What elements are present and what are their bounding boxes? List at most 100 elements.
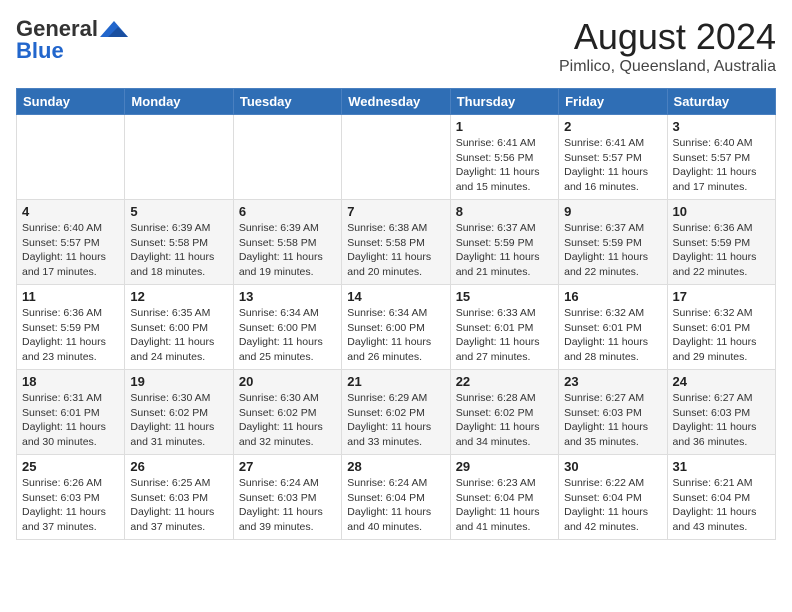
day-number: 13 bbox=[239, 289, 336, 304]
day-number: 19 bbox=[130, 374, 227, 389]
calendar-cell: 9 Sunrise: 6:37 AM Sunset: 5:59 PM Daylig… bbox=[559, 200, 667, 285]
day-info: Sunrise: 6:37 AM Sunset: 5:59 PM Dayligh… bbox=[564, 221, 661, 280]
day-info: Sunrise: 6:27 AM Sunset: 6:03 PM Dayligh… bbox=[564, 391, 661, 450]
day-number: 18 bbox=[22, 374, 119, 389]
calendar-row-1: 4 Sunrise: 6:40 AM Sunset: 5:57 PM Daylig… bbox=[17, 200, 776, 285]
day-info: Sunrise: 6:23 AM Sunset: 6:04 PM Dayligh… bbox=[456, 476, 553, 535]
page-header: General Blue August 2024 Pimlico, Queens… bbox=[16, 16, 776, 76]
day-number: 5 bbox=[130, 204, 227, 219]
header-tuesday: Tuesday bbox=[233, 89, 341, 115]
header-saturday: Saturday bbox=[667, 89, 775, 115]
day-info: Sunrise: 6:24 AM Sunset: 6:03 PM Dayligh… bbox=[239, 476, 336, 535]
day-number: 17 bbox=[673, 289, 770, 304]
day-info: Sunrise: 6:35 AM Sunset: 6:00 PM Dayligh… bbox=[130, 306, 227, 365]
calendar-cell: 23 Sunrise: 6:27 AM Sunset: 6:03 PM Dayli… bbox=[559, 370, 667, 455]
calendar-cell: 15Sunrise: 6:33 AM Sunset: 6:01 PM Dayli… bbox=[450, 285, 558, 370]
day-info: Sunrise: 6:39 AM Sunset: 5:58 PM Dayligh… bbox=[130, 221, 227, 280]
header-thursday: Thursday bbox=[450, 89, 558, 115]
day-number: 15 bbox=[456, 289, 553, 304]
calendar-row-0: 1Sunrise: 6:41 AM Sunset: 5:56 PM Daylig… bbox=[17, 115, 776, 200]
calendar-cell: 19 Sunrise: 6:30 AM Sunset: 6:02 PM Dayli… bbox=[125, 370, 233, 455]
calendar-cell: 5 Sunrise: 6:39 AM Sunset: 5:58 PM Daylig… bbox=[125, 200, 233, 285]
day-number: 11 bbox=[22, 289, 119, 304]
calendar-cell bbox=[342, 115, 450, 200]
day-number: 3 bbox=[673, 119, 770, 134]
day-number: 23 bbox=[564, 374, 661, 389]
day-number: 12 bbox=[130, 289, 227, 304]
calendar-table: Sunday Monday Tuesday Wednesday Thursday… bbox=[16, 88, 776, 540]
day-number: 27 bbox=[239, 459, 336, 474]
calendar-cell bbox=[125, 115, 233, 200]
calendar-cell: 7 Sunrise: 6:38 AM Sunset: 5:58 PM Daylig… bbox=[342, 200, 450, 285]
day-info: Sunrise: 6:34 AM Sunset: 6:00 PM Dayligh… bbox=[347, 306, 444, 365]
day-info: Sunrise: 6:21 AM Sunset: 6:04 PM Dayligh… bbox=[673, 476, 770, 535]
calendar-row-3: 18 Sunrise: 6:31 AM Sunset: 6:01 PM Dayli… bbox=[17, 370, 776, 455]
day-info: Sunrise: 6:30 AM Sunset: 6:02 PM Dayligh… bbox=[239, 391, 336, 450]
day-info: Sunrise: 6:30 AM Sunset: 6:02 PM Dayligh… bbox=[130, 391, 227, 450]
calendar-cell bbox=[233, 115, 341, 200]
calendar-cell: 28 Sunrise: 6:24 AM Sunset: 6:04 PM Dayli… bbox=[342, 455, 450, 540]
day-info: Sunrise: 6:36 AM Sunset: 5:59 PM Dayligh… bbox=[673, 221, 770, 280]
day-info: Sunrise: 6:31 AM Sunset: 6:01 PM Dayligh… bbox=[22, 391, 119, 450]
day-info: Sunrise: 6:34 AM Sunset: 6:00 PM Dayligh… bbox=[239, 306, 336, 365]
calendar-cell: 1Sunrise: 6:41 AM Sunset: 5:56 PM Daylig… bbox=[450, 115, 558, 200]
calendar-cell: 8Sunrise: 6:37 AM Sunset: 5:59 PM Daylig… bbox=[450, 200, 558, 285]
header-wednesday: Wednesday bbox=[342, 89, 450, 115]
logo: General Blue bbox=[16, 16, 128, 64]
day-info: Sunrise: 6:40 AM Sunset: 5:57 PM Dayligh… bbox=[673, 136, 770, 195]
day-number: 28 bbox=[347, 459, 444, 474]
calendar-cell: 25 Sunrise: 6:26 AM Sunset: 6:03 PM Dayli… bbox=[17, 455, 125, 540]
title-area: August 2024 Pimlico, Queensland, Austral… bbox=[559, 16, 776, 76]
calendar-cell: 4 Sunrise: 6:40 AM Sunset: 5:57 PM Daylig… bbox=[17, 200, 125, 285]
calendar-cell: 6Sunrise: 6:39 AM Sunset: 5:58 PM Daylig… bbox=[233, 200, 341, 285]
month-title: August 2024 bbox=[559, 16, 776, 58]
day-number: 16 bbox=[564, 289, 661, 304]
calendar-cell: 27 Sunrise: 6:24 AM Sunset: 6:03 PM Dayli… bbox=[233, 455, 341, 540]
day-number: 4 bbox=[22, 204, 119, 219]
day-number: 20 bbox=[239, 374, 336, 389]
day-info: Sunrise: 6:40 AM Sunset: 5:57 PM Dayligh… bbox=[22, 221, 119, 280]
day-info: Sunrise: 6:27 AM Sunset: 6:03 PM Dayligh… bbox=[673, 391, 770, 450]
day-number: 10 bbox=[673, 204, 770, 219]
day-number: 7 bbox=[347, 204, 444, 219]
calendar-cell: 2Sunrise: 6:41 AM Sunset: 5:57 PM Daylig… bbox=[559, 115, 667, 200]
day-number: 6 bbox=[239, 204, 336, 219]
calendar-cell: 12 Sunrise: 6:35 AM Sunset: 6:00 PM Dayli… bbox=[125, 285, 233, 370]
calendar-cell: 13 Sunrise: 6:34 AM Sunset: 6:00 PM Dayli… bbox=[233, 285, 341, 370]
day-info: Sunrise: 6:32 AM Sunset: 6:01 PM Dayligh… bbox=[564, 306, 661, 365]
calendar-cell: 14 Sunrise: 6:34 AM Sunset: 6:00 PM Dayli… bbox=[342, 285, 450, 370]
calendar-cell: 22Sunrise: 6:28 AM Sunset: 6:02 PM Dayli… bbox=[450, 370, 558, 455]
header-monday: Monday bbox=[125, 89, 233, 115]
day-number: 29 bbox=[456, 459, 553, 474]
day-number: 14 bbox=[347, 289, 444, 304]
day-info: Sunrise: 6:22 AM Sunset: 6:04 PM Dayligh… bbox=[564, 476, 661, 535]
day-info: Sunrise: 6:32 AM Sunset: 6:01 PM Dayligh… bbox=[673, 306, 770, 365]
day-info: Sunrise: 6:26 AM Sunset: 6:03 PM Dayligh… bbox=[22, 476, 119, 535]
calendar-cell: 24Sunrise: 6:27 AM Sunset: 6:03 PM Dayli… bbox=[667, 370, 775, 455]
calendar-cell: 21Sunrise: 6:29 AM Sunset: 6:02 PM Dayli… bbox=[342, 370, 450, 455]
calendar-cell: 31 Sunrise: 6:21 AM Sunset: 6:04 PM Dayli… bbox=[667, 455, 775, 540]
day-info: Sunrise: 6:25 AM Sunset: 6:03 PM Dayligh… bbox=[130, 476, 227, 535]
day-number: 25 bbox=[22, 459, 119, 474]
logo-blue: Blue bbox=[16, 38, 64, 64]
day-number: 9 bbox=[564, 204, 661, 219]
header-sunday: Sunday bbox=[17, 89, 125, 115]
day-number: 8 bbox=[456, 204, 553, 219]
calendar-cell: 20 Sunrise: 6:30 AM Sunset: 6:02 PM Dayli… bbox=[233, 370, 341, 455]
day-info: Sunrise: 6:29 AM Sunset: 6:02 PM Dayligh… bbox=[347, 391, 444, 450]
calendar-cell: 11 Sunrise: 6:36 AM Sunset: 5:59 PM Dayli… bbox=[17, 285, 125, 370]
day-info: Sunrise: 6:38 AM Sunset: 5:58 PM Dayligh… bbox=[347, 221, 444, 280]
day-info: Sunrise: 6:24 AM Sunset: 6:04 PM Dayligh… bbox=[347, 476, 444, 535]
calendar-cell: 18 Sunrise: 6:31 AM Sunset: 6:01 PM Dayli… bbox=[17, 370, 125, 455]
calendar-cell: 17 Sunrise: 6:32 AM Sunset: 6:01 PM Dayli… bbox=[667, 285, 775, 370]
day-info: Sunrise: 6:36 AM Sunset: 5:59 PM Dayligh… bbox=[22, 306, 119, 365]
day-number: 2 bbox=[564, 119, 661, 134]
calendar-cell: 16 Sunrise: 6:32 AM Sunset: 6:01 PM Dayli… bbox=[559, 285, 667, 370]
day-number: 26 bbox=[130, 459, 227, 474]
header-friday: Friday bbox=[559, 89, 667, 115]
day-number: 30 bbox=[564, 459, 661, 474]
calendar-cell: 30 Sunrise: 6:22 AM Sunset: 6:04 PM Dayli… bbox=[559, 455, 667, 540]
day-number: 31 bbox=[673, 459, 770, 474]
calendar-cell: 3 Sunrise: 6:40 AM Sunset: 5:57 PM Daylig… bbox=[667, 115, 775, 200]
location-text: Pimlico, Queensland, Australia bbox=[559, 58, 776, 76]
